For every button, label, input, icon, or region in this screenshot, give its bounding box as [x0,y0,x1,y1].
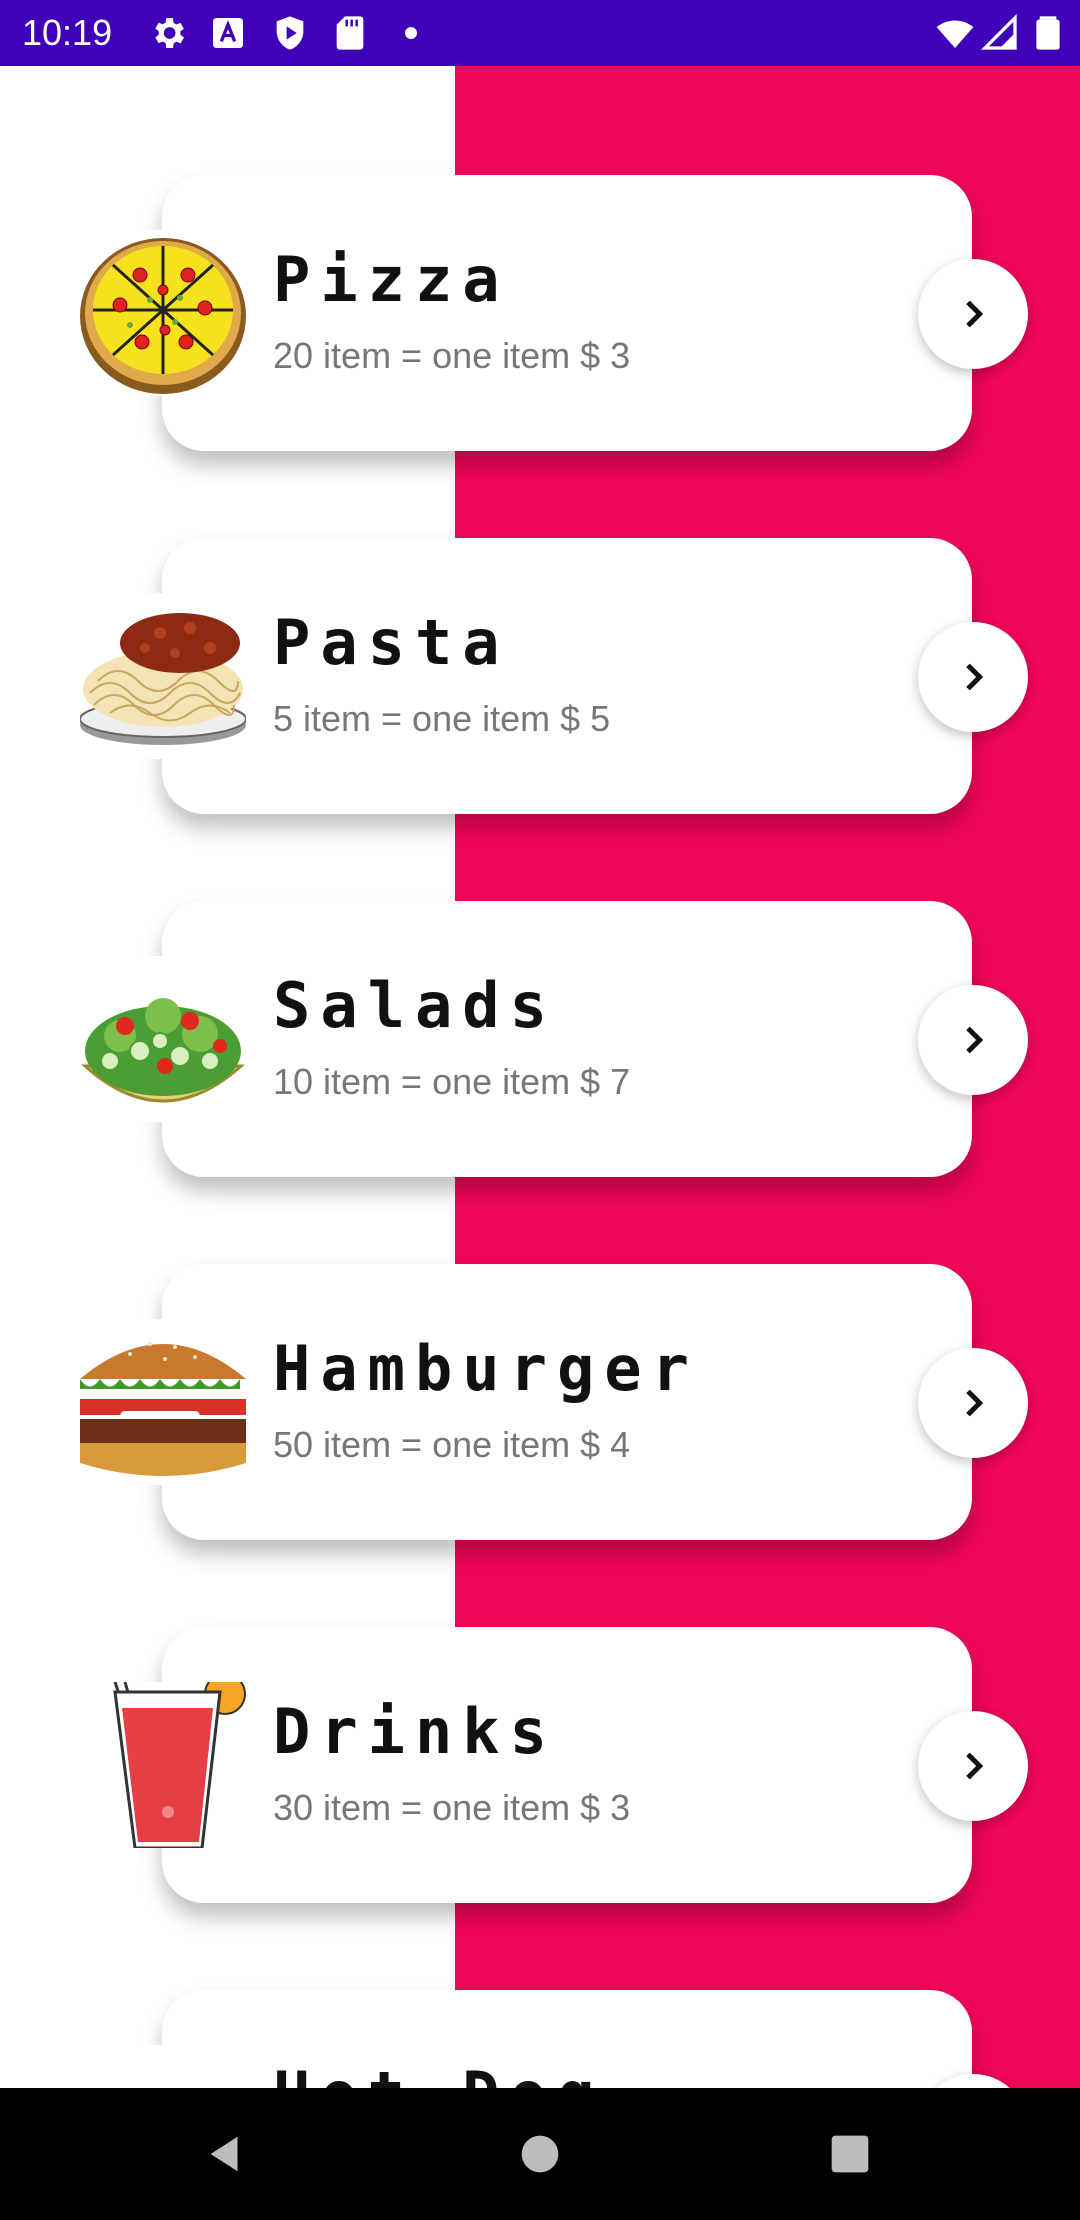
gear-icon [155,18,184,48]
item-title: Pasta [273,606,510,679]
chevron-right-icon [966,1026,984,1054]
hotdog-image [80,2045,246,2088]
signal-icon [980,13,1017,50]
item-title: Pizza [273,243,510,316]
menu-item-hamburger[interactable]: Hamburger 50 item = one item $ 4 [0,1264,1080,1540]
battery-icon [1036,16,1060,50]
recents-icon [831,2135,869,2173]
open-item-button[interactable] [918,985,1028,1095]
chevron-right-icon [966,1389,984,1417]
sd-card-icon [336,16,364,50]
back-button[interactable] [196,2124,256,2184]
status-bar: 10:19 [0,0,1080,66]
hamburger-image [80,1319,246,1485]
open-item-button[interactable] [918,622,1028,732]
item-title: Hamburger [273,1332,699,1405]
menu-item-pizza[interactable]: Pizza 20 item = one item $ 3 [0,175,1080,451]
open-item-button[interactable] [918,1711,1028,1821]
home-icon [521,2135,559,2173]
a-app-icon [213,18,243,48]
menu-item-drinks[interactable]: Drinks 30 item = one item $ 3 [0,1627,1080,1903]
menu-item-salads[interactable]: Salads 10 item = one item $ 7 [0,901,1080,1177]
dot-icon [405,27,417,39]
item-title: Salads [273,969,557,1042]
item-title: Hot Dog [273,2058,604,2088]
menu-item-hotdog[interactable]: Hot Dog [0,1990,1080,2088]
open-item-button[interactable] [918,1348,1028,1458]
item-detail: 50 item = one item $ 4 [273,1424,631,1465]
back-icon [210,2136,238,2172]
salad-image [80,956,246,1122]
item-detail: 10 item = one item $ 7 [273,1061,631,1102]
drink-image [80,1682,246,1848]
pizza-image [80,230,246,396]
wifi-icon [936,20,974,48]
chevron-right-icon [966,663,984,691]
menu-item-pasta[interactable]: Pasta 5 item = one item $ 5 [0,538,1080,814]
item-detail: 5 item = one item $ 5 [273,698,611,739]
item-detail: 20 item = one item $ 3 [273,335,631,376]
home-button[interactable] [510,2124,570,2184]
open-item-button[interactable] [918,259,1028,369]
shield-play-icon [276,16,304,50]
menu-list[interactable]: Pizza 20 item = one item $ 3 Pasta 5 ite… [0,66,1080,2088]
pasta-image [80,593,246,759]
navigation-bar [0,2088,1080,2220]
chevron-right-icon [966,1752,984,1780]
item-detail: 30 item = one item $ 3 [273,1787,631,1828]
item-title: Drinks [273,1695,557,1768]
chevron-right-icon [966,300,984,328]
status-time: 10:19 [22,12,113,53]
recents-button[interactable] [820,2124,880,2184]
